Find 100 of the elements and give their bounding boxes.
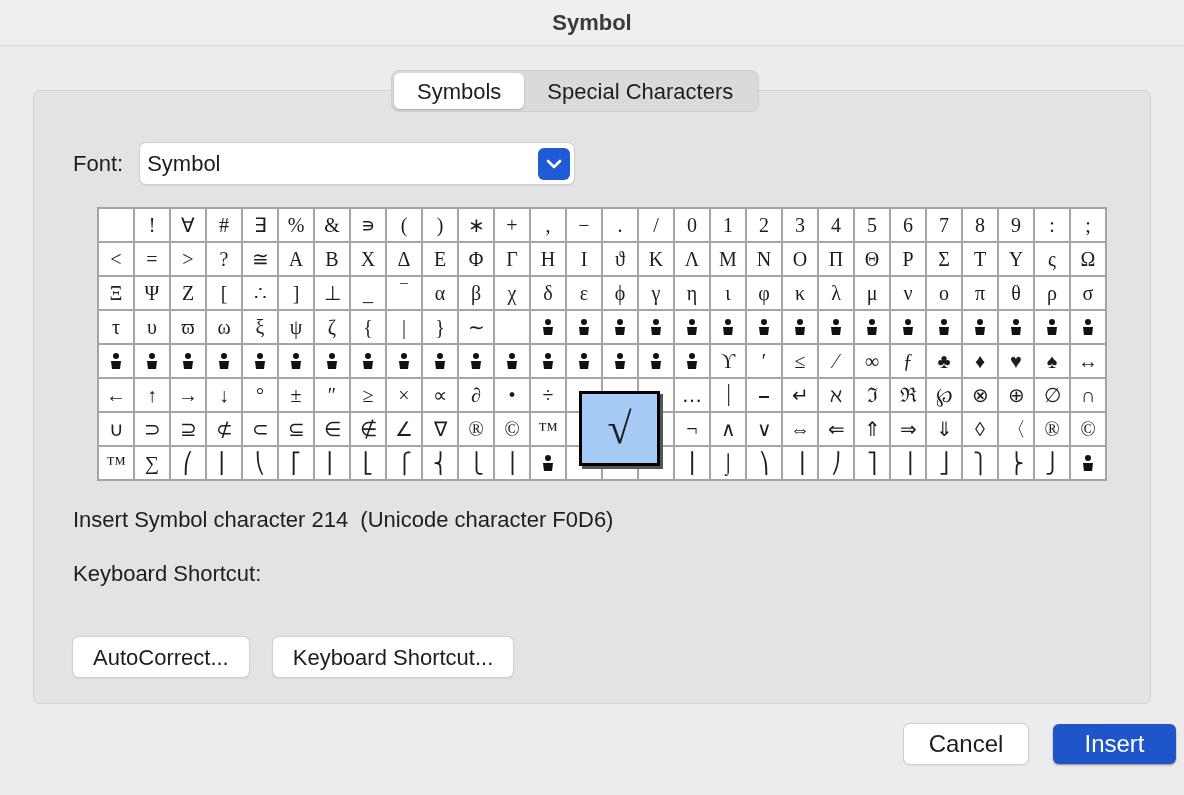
symbol-cell[interactable]: 2 — [747, 209, 781, 241]
symbol-cell[interactable]: [ — [207, 277, 241, 309]
symbol-cell[interactable] — [819, 311, 853, 343]
symbol-cell[interactable]: ∂ — [459, 379, 493, 411]
symbol-cell[interactable]: ϒ — [711, 345, 745, 377]
symbol-cell[interactable]: ⇔ — [783, 413, 817, 445]
symbol-cell[interactable]: , — [531, 209, 565, 241]
symbol-cell[interactable]: ϕ — [603, 277, 637, 309]
symbol-cell[interactable]: { — [351, 311, 385, 343]
symbol-cell[interactable]: > — [171, 243, 205, 275]
symbol-cell[interactable]: Ρ — [891, 243, 925, 275]
symbol-cell[interactable]: ⎞ — [747, 447, 781, 479]
symbol-cell[interactable]: ⌡ — [711, 447, 745, 479]
symbol-cell[interactable]: ♥ — [999, 345, 1033, 377]
symbol-cell[interactable]: ζ — [315, 311, 349, 343]
symbol-cell[interactable]: ℘ — [927, 379, 961, 411]
symbol-cell[interactable]: Φ — [459, 243, 493, 275]
symbol-cell[interactable]: 7 — [927, 209, 961, 241]
symbol-cell[interactable] — [675, 311, 709, 343]
symbol-cell[interactable]: ⇓ — [927, 413, 961, 445]
symbol-cell[interactable]: ∀ — [171, 209, 205, 241]
symbol-cell[interactable]: ⊄ — [207, 413, 241, 445]
symbol-cell[interactable] — [999, 311, 1033, 343]
symbol-cell[interactable]: } — [423, 311, 457, 343]
symbol-cell[interactable]: κ — [783, 277, 817, 309]
symbol-cell[interactable]: × — [387, 379, 421, 411]
tab[interactable]: Symbols — [394, 73, 525, 109]
symbol-cell[interactable]: % — [279, 209, 313, 241]
symbol-cell[interactable]: ; — [1071, 209, 1105, 241]
symbol-cell[interactable]: Χ — [351, 243, 385, 275]
symbol-cell[interactable]: Ε — [423, 243, 457, 275]
symbol-cell[interactable]: ∪ — [99, 413, 133, 445]
symbol-cell[interactable]: Ι — [567, 243, 601, 275]
symbol-cell[interactable]: & — [315, 209, 349, 241]
symbol-cell[interactable]: . — [603, 209, 637, 241]
symbol-cell[interactable] — [171, 345, 205, 377]
symbol-cell[interactable]: 9 — [999, 209, 1033, 241]
symbol-cell[interactable] — [963, 311, 997, 343]
symbol-cell[interactable] — [495, 345, 529, 377]
symbol-cell[interactable]: φ — [747, 277, 781, 309]
symbol-cell[interactable]: < — [99, 243, 133, 275]
symbol-cell[interactable]: ¬ — [675, 413, 709, 445]
symbol-cell[interactable]: 5 — [855, 209, 889, 241]
symbol-cell[interactable]: ↓ — [207, 379, 241, 411]
symbol-cell[interactable] — [603, 311, 637, 343]
symbol-cell[interactable]: ε — [567, 277, 601, 309]
font-dropdown[interactable]: Symbol — [140, 143, 575, 184]
symbol-cell[interactable]: ⁄ — [819, 345, 853, 377]
symbol-cell[interactable] — [639, 345, 673, 377]
symbol-cell[interactable]: ® — [1035, 413, 1069, 445]
symbol-cell[interactable]: : — [1035, 209, 1069, 241]
symbol-cell[interactable] — [279, 345, 313, 377]
symbol-cell[interactable]: ⎪ — [495, 447, 529, 479]
symbol-cell[interactable]: ™ — [531, 413, 565, 445]
symbol-cell[interactable]: τ — [99, 311, 133, 343]
symbol-cell[interactable]: ∠ — [387, 413, 421, 445]
symbol-cell[interactable]: ♠ — [1035, 345, 1069, 377]
symbol-cell[interactable]: Ο — [783, 243, 817, 275]
symbol-cell[interactable]: ↔ — [1071, 345, 1105, 377]
symbol-cell[interactable] — [315, 345, 349, 377]
symbol-cell[interactable] — [495, 311, 529, 343]
symbol-cell[interactable]: ∧ — [711, 413, 745, 445]
symbol-cell[interactable]: Λ — [675, 243, 709, 275]
symbol-cell[interactable]: ∅ — [1035, 379, 1069, 411]
symbol-cell[interactable]: ϑ — [603, 243, 637, 275]
symbol-cell[interactable]: ⊗ — [963, 379, 997, 411]
symbol-cell[interactable]: → — [171, 379, 205, 411]
symbol-cell[interactable]: ↑ — [135, 379, 169, 411]
symbol-cell[interactable]: λ — [819, 277, 853, 309]
symbol-cell[interactable]: Α — [279, 243, 313, 275]
symbol-cell[interactable]: • — [495, 379, 529, 411]
symbol-cell[interactable]: ∇ — [423, 413, 457, 445]
symbol-preview-tooltip[interactable]: √ — [579, 391, 660, 466]
symbol-cell[interactable] — [783, 311, 817, 343]
symbol-cell[interactable]: ξ — [243, 311, 277, 343]
symbol-cell[interactable]: ∈ — [315, 413, 349, 445]
dialog-button[interactable]: Keyboard Shortcut... — [272, 637, 514, 677]
symbol-cell[interactable]: Β — [315, 243, 349, 275]
symbol-cell[interactable] — [207, 345, 241, 377]
symbol-cell[interactable]: ⎣ — [351, 447, 385, 479]
symbol-cell[interactable]: υ — [135, 311, 169, 343]
symbol-cell[interactable]: Δ — [387, 243, 421, 275]
symbol-cell[interactable] — [675, 345, 709, 377]
symbol-cell[interactable]: θ — [999, 277, 1033, 309]
symbol-cell[interactable]: ψ — [279, 311, 313, 343]
symbol-cell[interactable]: ∨ — [747, 413, 781, 445]
dialog-button[interactable]: AutoCorrect... — [73, 637, 249, 677]
symbol-cell[interactable]: ∍ — [351, 209, 385, 241]
symbol-cell[interactable]: ″ — [315, 379, 349, 411]
symbol-cell[interactable]: ⊂ — [243, 413, 277, 445]
symbol-cell[interactable] — [99, 209, 133, 241]
symbol-cell[interactable]: ⎝ — [243, 447, 277, 479]
symbol-cell[interactable]: 6 — [891, 209, 925, 241]
symbol-cell[interactable] — [891, 311, 925, 343]
symbol-cell[interactable]: ∴ — [243, 277, 277, 309]
symbol-cell[interactable]: Ζ — [171, 277, 205, 309]
symbol-cell[interactable]: ÷ — [531, 379, 565, 411]
symbol-cell[interactable]: | — [387, 311, 421, 343]
symbol-cell[interactable]: ⎤ — [855, 447, 889, 479]
symbol-cell[interactable]: ι — [711, 277, 745, 309]
